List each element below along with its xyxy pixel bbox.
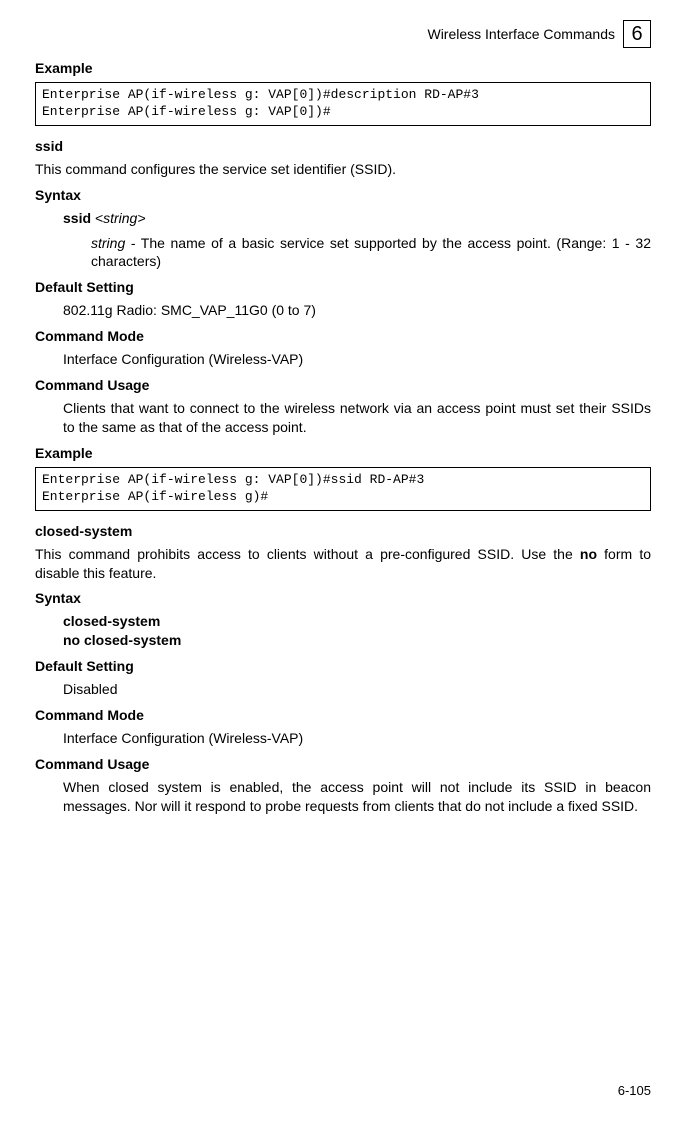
ssid-param-name: string <box>91 235 125 251</box>
closed-title: closed-system <box>35 523 651 539</box>
ssid-default-label: Default Setting <box>35 279 651 295</box>
closed-mode-label: Command Mode <box>35 707 651 723</box>
ssid-param: string - The name of a basic service set… <box>91 234 651 272</box>
closed-syntax-line2: no closed-system <box>63 631 651 650</box>
ssid-usage-label: Command Usage <box>35 377 651 393</box>
ssid-usage-value: Clients that want to connect to the wire… <box>63 399 651 437</box>
closed-desc-bold: no <box>580 546 597 562</box>
page-number: 6-105 <box>618 1083 651 1098</box>
ssid-mode-value: Interface Configuration (Wireless-VAP) <box>63 350 651 369</box>
ssid-title: ssid <box>35 138 651 154</box>
ssid-syntax-label: Syntax <box>35 187 651 203</box>
closed-syntax-block: closed-system no closed-system <box>63 612 651 650</box>
ssid-mode-label: Command Mode <box>35 328 651 344</box>
closed-default-value: Disabled <box>63 680 651 699</box>
ssid-syntax: ssid <string> <box>63 209 651 228</box>
header-title: Wireless Interface Commands <box>427 26 615 42</box>
ssid-example-label: Example <box>35 445 651 461</box>
code-block-1: Enterprise AP(if-wireless g: VAP[0])#des… <box>35 82 651 126</box>
closed-syntax-line1: closed-system <box>63 612 651 631</box>
closed-usage-value: When closed system is enabled, the acces… <box>63 778 651 816</box>
closed-mode-value: Interface Configuration (Wireless-VAP) <box>63 729 651 748</box>
ssid-default-value: 802.11g Radio: SMC_VAP_11G0 (0 to 7) <box>63 301 651 320</box>
ssid-syntax-arg: <string> <box>91 210 145 226</box>
closed-description: This command prohibits access to clients… <box>35 545 651 583</box>
ssid-param-desc: - The name of a basic service set suppor… <box>91 235 651 270</box>
ssid-description: This command configures the service set … <box>35 160 651 179</box>
code-block-2: Enterprise AP(if-wireless g: VAP[0])#ssi… <box>35 467 651 511</box>
closed-default-label: Default Setting <box>35 658 651 674</box>
example-heading-1: Example <box>35 60 651 76</box>
closed-desc-pre: This command prohibits access to clients… <box>35 546 580 562</box>
ssid-syntax-cmd: ssid <box>63 210 91 226</box>
chapter-number-box: 6 <box>623 20 651 48</box>
closed-syntax-label: Syntax <box>35 590 651 606</box>
page-header: Wireless Interface Commands 6 <box>35 20 651 48</box>
closed-usage-label: Command Usage <box>35 756 651 772</box>
